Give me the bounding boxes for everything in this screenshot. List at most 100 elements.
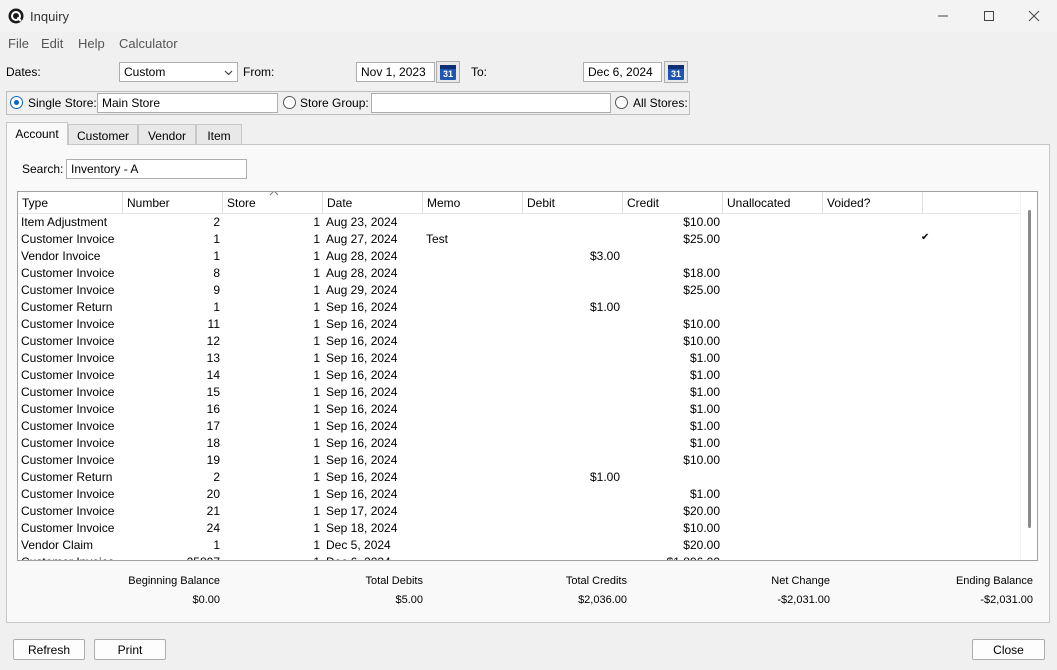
- transactions-table: Type Number Store Date Memo Debit Credit…: [17, 191, 1038, 561]
- cell-memo: [423, 503, 523, 520]
- cell-credit: $10.00: [683, 317, 720, 331]
- cell-store: 1: [313, 419, 320, 433]
- table-row[interactable]: Customer Invoice 18 1 Sep 16, 2024 $1.00: [18, 435, 1021, 452]
- close-window-button[interactable]: [1011, 0, 1057, 32]
- cell-credit: [623, 248, 723, 265]
- store-group-radio[interactable]: [283, 96, 296, 109]
- all-stores-radio[interactable]: [615, 96, 628, 109]
- column-header-date[interactable]: Date: [323, 192, 423, 214]
- menu-help[interactable]: Help: [78, 36, 105, 51]
- table-row[interactable]: Customer Invoice 20 1 Sep 16, 2024 $1.00: [18, 486, 1021, 503]
- column-header-memo[interactable]: Memo: [423, 192, 523, 214]
- single-store-input[interactable]: Main Store: [97, 93, 278, 113]
- cell-type: Customer Invoice: [21, 487, 115, 501]
- cell-number: 1: [213, 249, 220, 263]
- window-title: Inquiry: [30, 9, 70, 24]
- table-row[interactable]: Customer Invoice 14 1 Sep 16, 2024 $1.00: [18, 367, 1021, 384]
- dates-label: Dates:: [6, 65, 41, 79]
- store-group-label: Store Group:: [300, 96, 369, 110]
- single-store-radio[interactable]: [10, 96, 23, 109]
- cell-unallocated: [723, 265, 823, 282]
- cell-debit: [523, 316, 623, 333]
- cell-debit: $3.00: [589, 249, 620, 263]
- cell-store: 1: [313, 487, 320, 501]
- from-calendar-button[interactable]: 31: [436, 61, 460, 83]
- table-row[interactable]: Customer Invoice 24 1 Sep 18, 2024 $10.00: [18, 520, 1021, 537]
- cell-unallocated: [723, 367, 823, 384]
- cell-number: 13: [206, 351, 220, 365]
- column-header-debit[interactable]: Debit: [523, 192, 623, 214]
- from-date-input[interactable]: Nov 1, 2023: [356, 62, 435, 82]
- table-row[interactable]: Customer Invoice 19 1 Sep 16, 2024 $10.00: [18, 452, 1021, 469]
- cell-credit: $10.00: [683, 453, 720, 467]
- table-row[interactable]: Vendor Claim 1 1 Dec 5, 2024 $20.00: [18, 537, 1021, 554]
- to-calendar-button[interactable]: 31: [664, 61, 688, 83]
- table-row[interactable]: Customer Invoice 1 1 Aug 27, 2024 Test $25.00…: [18, 231, 1021, 248]
- cell-store: 1: [313, 470, 320, 484]
- tab-customer[interactable]: Customer: [68, 124, 138, 145]
- cell-type: Customer Invoice: [21, 232, 115, 246]
- ending-balance-value: -$2,031.00: [980, 594, 1033, 606]
- vertical-scrollbar[interactable]: [1020, 192, 1037, 560]
- scrollbar-thumb[interactable]: [1028, 210, 1031, 528]
- print-button[interactable]: Print: [94, 639, 166, 660]
- table-row[interactable]: Item Adjustment 2 1 Aug 23, 2024 $10.00: [18, 214, 1021, 231]
- table-row[interactable]: Customer Return 1 1 Sep 16, 2024 $1.00: [18, 299, 1021, 316]
- cell-date: Sep 16, 2024: [326, 487, 398, 501]
- table-row[interactable]: Customer Invoice 21 1 Sep 17, 2024 $20.00: [18, 503, 1021, 520]
- cell-credit: $1.00: [689, 368, 720, 382]
- cell-unallocated: [723, 350, 823, 367]
- search-input[interactable]: Inventory - A: [66, 159, 247, 179]
- table-row[interactable]: Customer Return 2 1 Sep 16, 2024 $1.00: [18, 469, 1021, 486]
- cell-type: Vendor Claim: [21, 538, 94, 552]
- store-selection-group: Single Store: Main Store Store Group: Al…: [6, 91, 690, 115]
- column-header-credit[interactable]: Credit: [623, 192, 723, 214]
- minimize-button[interactable]: [920, 0, 966, 32]
- tab-vendor[interactable]: Vendor: [138, 124, 196, 145]
- table-row[interactable]: Customer Invoice 11 1 Sep 16, 2024 $10.00: [18, 316, 1021, 333]
- cell-unallocated: [723, 537, 823, 554]
- cell-debit: [523, 282, 623, 299]
- table-header: Type Number Store Date Memo Debit Credit…: [18, 192, 1021, 214]
- table-row[interactable]: Vendor Invoice 1 1 Aug 28, 2024 $3.00: [18, 248, 1021, 265]
- menu-calculator[interactable]: Calculator: [119, 36, 178, 51]
- column-header-voided[interactable]: Voided?: [823, 192, 923, 214]
- refresh-button[interactable]: Refresh: [13, 639, 85, 660]
- cell-date: Aug 27, 2024: [326, 232, 398, 246]
- cell-date: Sep 16, 2024: [326, 300, 398, 314]
- column-header-type[interactable]: Type: [18, 192, 123, 214]
- table-row[interactable]: Customer Invoice 12 1 Sep 16, 2024 $10.00: [18, 333, 1021, 350]
- cell-debit: [523, 265, 623, 282]
- close-button[interactable]: Close: [972, 639, 1045, 660]
- cell-store: 1: [313, 436, 320, 450]
- menu-edit[interactable]: Edit: [41, 36, 63, 51]
- store-group-input[interactable]: [371, 93, 611, 113]
- tab-item[interactable]: Item: [196, 124, 242, 145]
- tab-account[interactable]: Account: [6, 122, 68, 145]
- table-row[interactable]: Customer Invoice258071Dec 6, 2024 $1,896.…: [18, 554, 1021, 560]
- table-row[interactable]: Customer Invoice 13 1 Sep 16, 2024 $1.00: [18, 350, 1021, 367]
- to-date-input[interactable]: Dec 6, 2024: [583, 62, 662, 82]
- menu-file[interactable]: File: [8, 36, 29, 51]
- column-header-number[interactable]: Number: [123, 192, 223, 214]
- table-row[interactable]: Customer Invoice 17 1 Sep 16, 2024 $1.00: [18, 418, 1021, 435]
- date-range-select[interactable]: Custom: [119, 62, 238, 82]
- column-header-unallocated[interactable]: Unallocated: [723, 192, 823, 214]
- table-row[interactable]: Customer Invoice 16 1 Sep 16, 2024 $1.00: [18, 401, 1021, 418]
- maximize-button[interactable]: [966, 0, 1012, 32]
- table-row[interactable]: Customer Invoice 15 1 Sep 16, 2024 $1.00: [18, 384, 1021, 401]
- cell-number: 1: [213, 538, 220, 552]
- table-row[interactable]: Customer Invoice 8 1 Aug 28, 2024 $18.00: [18, 265, 1021, 282]
- cell-type: Customer Invoice: [21, 317, 115, 331]
- table-row[interactable]: Customer Invoice 9 1 Aug 29, 2024 $25.00: [18, 282, 1021, 299]
- cell-credit: $25.00: [683, 283, 720, 297]
- close-icon: [1028, 10, 1040, 22]
- cell-date: Sep 16, 2024: [326, 351, 398, 365]
- cell-number: 8: [213, 266, 220, 280]
- column-header-store[interactable]: Store: [223, 192, 323, 214]
- calendar-icon: 31: [668, 64, 684, 80]
- cell-type: Customer Invoice: [21, 436, 115, 450]
- cell-store: 1: [313, 300, 320, 314]
- beginning-balance-label: Beginning Balance: [128, 575, 220, 587]
- cell-store: 1: [223, 554, 323, 560]
